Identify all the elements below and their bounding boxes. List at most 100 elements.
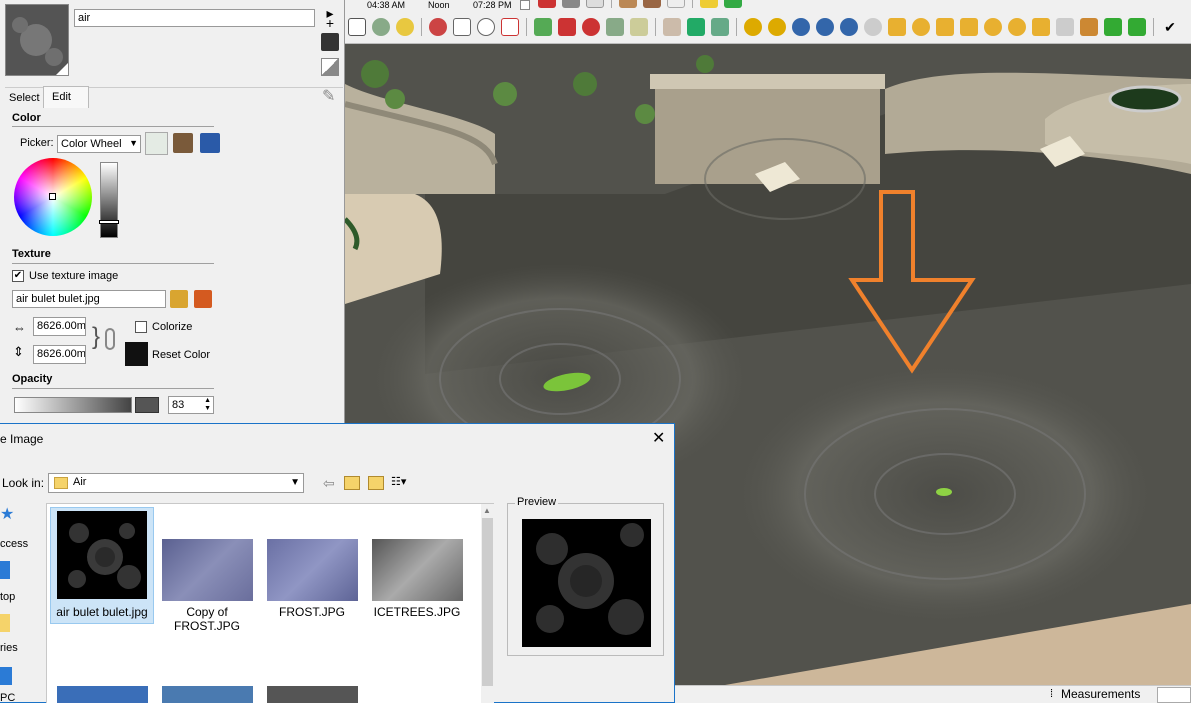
orbit-icon[interactable] [429, 18, 447, 36]
layer-icon[interactable] [724, 0, 742, 8]
reset-color-label: Reset Color [152, 349, 211, 361]
picker-select[interactable]: Color Wheel ▼ [57, 135, 141, 153]
doc-icon[interactable] [667, 0, 685, 8]
shadow-slider[interactable] [520, 0, 530, 10]
styles-icon[interactable] [606, 18, 624, 36]
desktop-icon[interactable] [0, 561, 10, 579]
material-plugin-icon[interactable] [768, 18, 786, 36]
use-texture-checkbox[interactable]: ✔ [12, 270, 24, 282]
diamond-icon[interactable] [1056, 18, 1074, 36]
libraries-icon[interactable] [0, 614, 10, 632]
colorize-checkbox[interactable] [135, 321, 147, 333]
zoom-extents-icon[interactable] [501, 18, 519, 36]
render-icon[interactable] [792, 18, 810, 36]
this-pc-icon[interactable] [0, 667, 12, 685]
terrain-icon[interactable] [711, 18, 729, 36]
file-thumb-copy-frost[interactable] [162, 539, 253, 601]
shadow-icon[interactable] [663, 18, 681, 36]
quick-access-icon[interactable]: ★ [0, 504, 14, 524]
status-divider-icon: ⁞ [1050, 688, 1054, 700]
new-folder-icon[interactable] [368, 476, 384, 490]
texture-file-input[interactable]: air bulet bulet.jpg [12, 290, 166, 308]
paint-bucket-icon[interactable] [396, 18, 414, 36]
look-in-select[interactable]: Air ▼ [48, 473, 304, 493]
page-icon[interactable] [586, 0, 604, 8]
measurements-input[interactable] [1157, 687, 1191, 703]
use-texture-label: Use texture image [29, 270, 119, 282]
help-icon[interactable] [840, 18, 858, 36]
file-label-air-bulet[interactable]: air bulet bulet.jpg [47, 605, 157, 619]
file-thumb-icetrees[interactable] [372, 539, 463, 601]
materials-icon[interactable] [582, 18, 600, 36]
edit-texture-icon[interactable] [194, 290, 212, 308]
fur-icon[interactable] [1128, 18, 1146, 36]
place-desktop[interactable]: top [0, 591, 15, 603]
match-color-screen-icon[interactable] [200, 133, 220, 153]
file-thumb-row2-1[interactable] [57, 686, 148, 703]
text-tool-icon[interactable] [348, 18, 366, 36]
box-icon[interactable] [619, 0, 637, 8]
sphere-icon[interactable] [864, 18, 882, 36]
ruby-icon[interactable] [558, 18, 576, 36]
warning-icon[interactable] [700, 0, 718, 8]
file-list[interactable]: air bulet bulet.jpg Copy of FROST.JPG FR… [46, 503, 494, 703]
file-thumb-row2-2[interactable] [162, 686, 253, 703]
section-icon[interactable] [538, 0, 556, 8]
place-this-pc[interactable]: PC [0, 692, 15, 703]
light-icon[interactable] [888, 18, 906, 36]
eyedropper-icon[interactable]: ✎ [322, 86, 335, 106]
file-thumb-row2-3[interactable] [267, 686, 358, 703]
opacity-slider-thumb[interactable] [135, 397, 159, 413]
browse-folder-icon[interactable] [170, 290, 188, 308]
zoom-icon[interactable] [477, 18, 495, 36]
mesh-light-icon[interactable] [1008, 18, 1026, 36]
file-thumb-air-bulet[interactable] [57, 511, 147, 599]
match-color-model-icon[interactable] [173, 133, 193, 153]
place-libraries[interactable]: ries [0, 642, 18, 654]
texture-height-input[interactable]: 8626.00m [33, 345, 86, 364]
file-label-copy-frost[interactable]: Copy of FROST.JPG [152, 605, 262, 633]
dimension-icon[interactable] [372, 18, 390, 36]
back-arrow-icon[interactable]: ⇦ [323, 475, 335, 492]
ies-light-icon[interactable] [984, 18, 1002, 36]
component-icon[interactable] [534, 18, 552, 36]
create-material-icon[interactable] [321, 33, 339, 51]
rect-light-icon[interactable] [1032, 18, 1050, 36]
move-icon[interactable] [562, 0, 580, 8]
place-quick-access[interactable]: ccess [0, 538, 28, 550]
texture-width-input[interactable]: 8626.00m [33, 317, 86, 336]
grass-icon[interactable] [1104, 18, 1122, 36]
rt-render-icon[interactable] [816, 18, 834, 36]
width-arrow-icon: ⇔ [13, 320, 26, 335]
color-wheel[interactable] [14, 158, 92, 236]
file-label-frost[interactable]: FROST.JPG [257, 605, 367, 619]
scenes-icon[interactable] [630, 18, 648, 36]
close-icon[interactable]: ✕ [652, 428, 665, 448]
flag-icon[interactable] [960, 18, 978, 36]
opacity-slider[interactable] [14, 397, 132, 413]
file-label-icetrees[interactable]: ICETREES.JPG [362, 605, 472, 619]
up-folder-icon[interactable] [344, 476, 360, 490]
omni-light-icon[interactable] [912, 18, 930, 36]
reset-color-swatch[interactable] [125, 342, 148, 366]
material-name-input[interactable]: air [74, 9, 315, 27]
spot-light-icon[interactable] [936, 18, 954, 36]
opacity-input[interactable]: 83 ▲ ▼ [168, 396, 214, 414]
file-thumb-frost[interactable] [267, 539, 358, 601]
material-preview [5, 4, 69, 76]
bug-icon[interactable] [1080, 18, 1098, 36]
checkmark-icon[interactable]: ✔ [1161, 18, 1179, 36]
tab-select[interactable]: Select [9, 92, 40, 104]
default-material-icon[interactable] [321, 58, 339, 76]
tab-edit[interactable]: Edit [43, 86, 89, 108]
m-plugin-icon[interactable] [744, 18, 762, 36]
chevron-down-icon: ▼ [290, 477, 300, 488]
chain-link-icon[interactable] [105, 328, 115, 350]
sandbox-icon[interactable] [687, 18, 705, 36]
view-menu-icon[interactable]: ☷▾ [391, 476, 415, 490]
file-list-scrollbar[interactable]: ▲ [481, 504, 494, 703]
pan-hand-icon[interactable] [453, 18, 471, 36]
crate-icon[interactable] [643, 0, 661, 8]
details-arrow-icon[interactable]: ▸ + [322, 6, 338, 30]
brightness-slider[interactable] [99, 162, 119, 238]
